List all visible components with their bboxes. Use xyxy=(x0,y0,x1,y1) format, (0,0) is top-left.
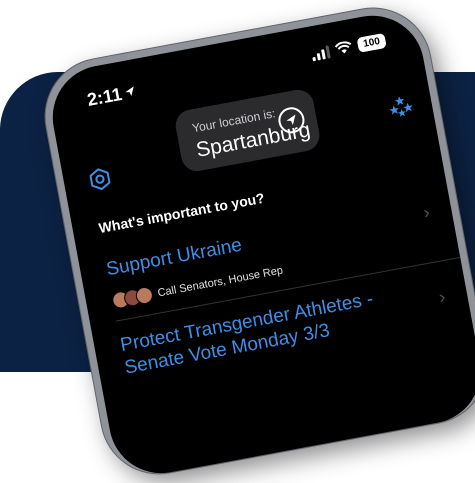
chevron-right-icon: › xyxy=(421,201,432,223)
battery-icon: 100 xyxy=(356,32,387,53)
section-heading: What's important to you? xyxy=(97,189,266,237)
wifi-icon xyxy=(334,41,352,54)
battery-level: 100 xyxy=(362,35,381,50)
location-arrow-icon xyxy=(125,86,134,97)
phone-screen: 2:11 100 Your location is: Spartanburg W… xyxy=(44,7,475,482)
status-bar-indicators: 100 xyxy=(310,32,387,61)
status-time-text: 2:11 xyxy=(85,83,124,110)
stars-icon[interactable] xyxy=(386,93,416,121)
cellular-signal-icon xyxy=(310,44,331,61)
phone-mockup: 2:11 100 Your location is: Spartanburg W… xyxy=(36,0,475,483)
representative-avatars xyxy=(110,285,155,310)
settings-gear-icon[interactable] xyxy=(86,165,114,193)
navigation-arrow-icon xyxy=(286,114,296,126)
location-card[interactable]: Your location is: Spartanburg xyxy=(173,87,323,174)
status-bar-time: 2:11 xyxy=(86,81,138,111)
chevron-right-icon: › xyxy=(437,286,447,308)
